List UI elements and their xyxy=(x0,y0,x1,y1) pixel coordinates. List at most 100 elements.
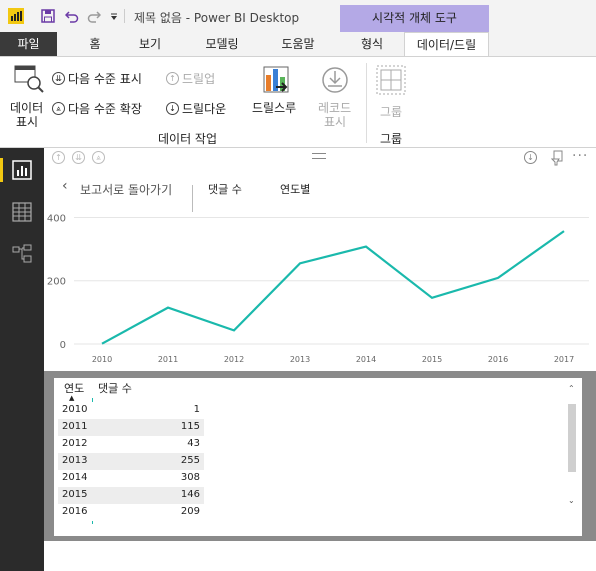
ribbon-tabs: 파일 홈 보기 모델링 도움말 형식 데이터/드릴 xyxy=(0,32,596,57)
cell-comments: 255 xyxy=(180,455,200,466)
drill-up-button[interactable]: ↑ 드릴업 xyxy=(166,70,215,87)
cell-comments: 1 xyxy=(193,404,200,415)
next-level-mini-icon[interactable]: ⇊ xyxy=(72,151,85,164)
cell-year: 2013 xyxy=(62,455,88,466)
table-row[interactable]: 2010 1 xyxy=(58,402,204,419)
by-year-label: 연도별 xyxy=(280,183,311,196)
table-row[interactable]: 2014 308 xyxy=(58,470,204,487)
scroll-thumb[interactable] xyxy=(568,404,576,472)
drill-through-button[interactable]: 드릴스루 xyxy=(250,61,306,121)
line-chart[interactable]: 0 200 400 2010 2011 2012 2013 2014 2015 2016 2017 xyxy=(44,208,596,373)
y-tick-label: 0 xyxy=(60,340,66,351)
tab-modeling[interactable]: 모델링 xyxy=(196,32,248,56)
drill-up-label: 드릴업 xyxy=(182,72,216,86)
cell-year: 2011 xyxy=(62,421,88,432)
data-view-icon[interactable] xyxy=(12,202,32,222)
scroll-down-icon[interactable]: ⌄ xyxy=(568,496,575,505)
table-row[interactable]: 2016 209 xyxy=(58,504,204,521)
drill-through-icon xyxy=(263,66,289,93)
y-tick-label: 400 xyxy=(47,213,66,224)
bottom-area xyxy=(44,541,596,571)
field-label: 댓글 수 xyxy=(208,183,242,196)
drill-up-mini-icon[interactable]: ↑ xyxy=(52,151,65,164)
title-separator xyxy=(124,9,125,23)
expand-next-level-button[interactable]: ⩓ 다음 수준 확장 xyxy=(52,100,142,117)
drill-through-label: 드릴스루 xyxy=(252,101,297,115)
tab-data-drill[interactable]: 데이터/드릴 xyxy=(404,32,489,57)
x-tick-label: 2013 xyxy=(290,355,310,364)
show-data-label-2: 표시 xyxy=(16,115,39,129)
expand-down-icon: ⩓ xyxy=(52,102,65,115)
show-next-level-label: 다음 수준 표시 xyxy=(68,72,142,86)
window-title: 제목 없음 - Power BI Desktop xyxy=(134,11,300,25)
x-tick-label: 2010 xyxy=(92,355,112,364)
table-row[interactable]: 2013 255 xyxy=(58,453,204,470)
table-row[interactable]: 2015 146 xyxy=(58,487,204,504)
quick-access-dropdown-icon[interactable] xyxy=(106,8,122,24)
show-next-level-button[interactable]: ⇊ 다음 수준 표시 xyxy=(52,70,142,87)
ribbon: 데이터 표시 ⇊ 다음 수준 표시 ⩓ 다음 수준 확장 ↑ 드릴업 ↓ 드릴다… xyxy=(0,56,596,148)
left-nav xyxy=(0,148,44,571)
report-view-icon[interactable] xyxy=(12,160,32,180)
tab-view[interactable]: 보기 xyxy=(130,32,170,56)
group-icon xyxy=(376,65,406,95)
tab-help[interactable]: 도움말 xyxy=(272,32,324,56)
drill-down-mode-icon[interactable]: ↓ xyxy=(524,151,537,164)
double-down-arrow-icon: ⇊ xyxy=(52,72,65,85)
show-record-label-2: 표시 xyxy=(324,115,347,129)
cell-year: 2016 xyxy=(62,506,88,517)
table-row[interactable]: 2012 43 xyxy=(58,436,204,453)
group-button[interactable]: 그룹 xyxy=(372,61,412,121)
cell-year: 2012 xyxy=(62,438,88,449)
drill-up-icon: ↑ xyxy=(166,72,179,85)
expand-mini-icon[interactable]: ⩓ xyxy=(92,151,105,164)
save-icon[interactable] xyxy=(40,8,56,24)
undo-icon[interactable] xyxy=(64,8,80,24)
drill-down-button[interactable]: ↓ 드릴다운 xyxy=(166,100,226,117)
filter-icon[interactable] xyxy=(551,150,567,166)
back-chevron-icon[interactable]: ‹ xyxy=(62,178,68,194)
sort-asc-icon[interactable]: ▲ xyxy=(69,394,74,402)
table-row[interactable]: 2011 115 xyxy=(58,419,204,436)
ribbon-separator xyxy=(366,63,367,143)
cell-comments: 209 xyxy=(180,506,200,517)
cell-comments: 43 xyxy=(187,438,200,449)
group-label-group: 그룹 xyxy=(380,132,403,146)
more-options-icon[interactable]: ··· xyxy=(572,148,588,164)
show-record-icon xyxy=(322,67,348,93)
tab-file[interactable]: 파일 xyxy=(0,32,57,56)
x-tick-label: 2016 xyxy=(488,355,508,364)
powerbi-logo-icon xyxy=(8,8,24,24)
drag-handle-icon[interactable] xyxy=(312,153,326,159)
redo-icon[interactable] xyxy=(86,8,102,24)
model-view-icon[interactable] xyxy=(12,244,32,264)
expand-next-level-label: 다음 수준 확장 xyxy=(68,102,142,116)
cell-comments: 308 xyxy=(180,472,200,483)
title-bar: 제목 없음 - Power BI Desktop 시각적 개체 도구 xyxy=(0,0,596,32)
x-tick-label: 2015 xyxy=(422,355,442,364)
visual-tools-header: 시각적 개체 도구 xyxy=(340,5,489,32)
drill-down-icon: ↓ xyxy=(166,102,179,115)
x-tick-label: 2017 xyxy=(554,355,574,364)
series-line[interactable] xyxy=(101,230,565,345)
cell-year: 2010 xyxy=(62,404,88,415)
col-header-comments[interactable]: 댓글 수 xyxy=(98,380,132,396)
tab-home[interactable]: 홈 xyxy=(80,32,110,56)
x-tick-label: 2012 xyxy=(224,355,244,364)
show-data-icon xyxy=(14,65,44,93)
cell-year: 2014 xyxy=(62,472,88,483)
group-label-data-actions: 데이터 작업 xyxy=(158,132,218,146)
data-table: 연도 ▲ 댓글 수 2010 1 2011 115 2012 43 2013 255 2014 3… xyxy=(54,378,582,536)
scroll-up-icon[interactable]: ⌃ xyxy=(568,384,575,393)
cell-year: 2015 xyxy=(62,489,88,500)
cell-comments: 115 xyxy=(180,421,200,432)
group-button-label: 그룹 xyxy=(380,105,403,119)
back-to-report-link[interactable]: 보고서로 돌아가기 xyxy=(80,181,172,198)
cell-comments: 146 xyxy=(180,489,200,500)
show-data-button[interactable]: 데이터 표시 xyxy=(8,61,48,129)
show-record-button[interactable]: 레코드 표시 xyxy=(312,61,358,129)
y-tick-label: 200 xyxy=(47,277,66,288)
drill-down-label: 드릴다운 xyxy=(182,102,227,116)
table-scrollbar[interactable]: ⌃ ⌄ xyxy=(566,382,578,510)
tab-format[interactable]: 형식 xyxy=(352,32,392,56)
